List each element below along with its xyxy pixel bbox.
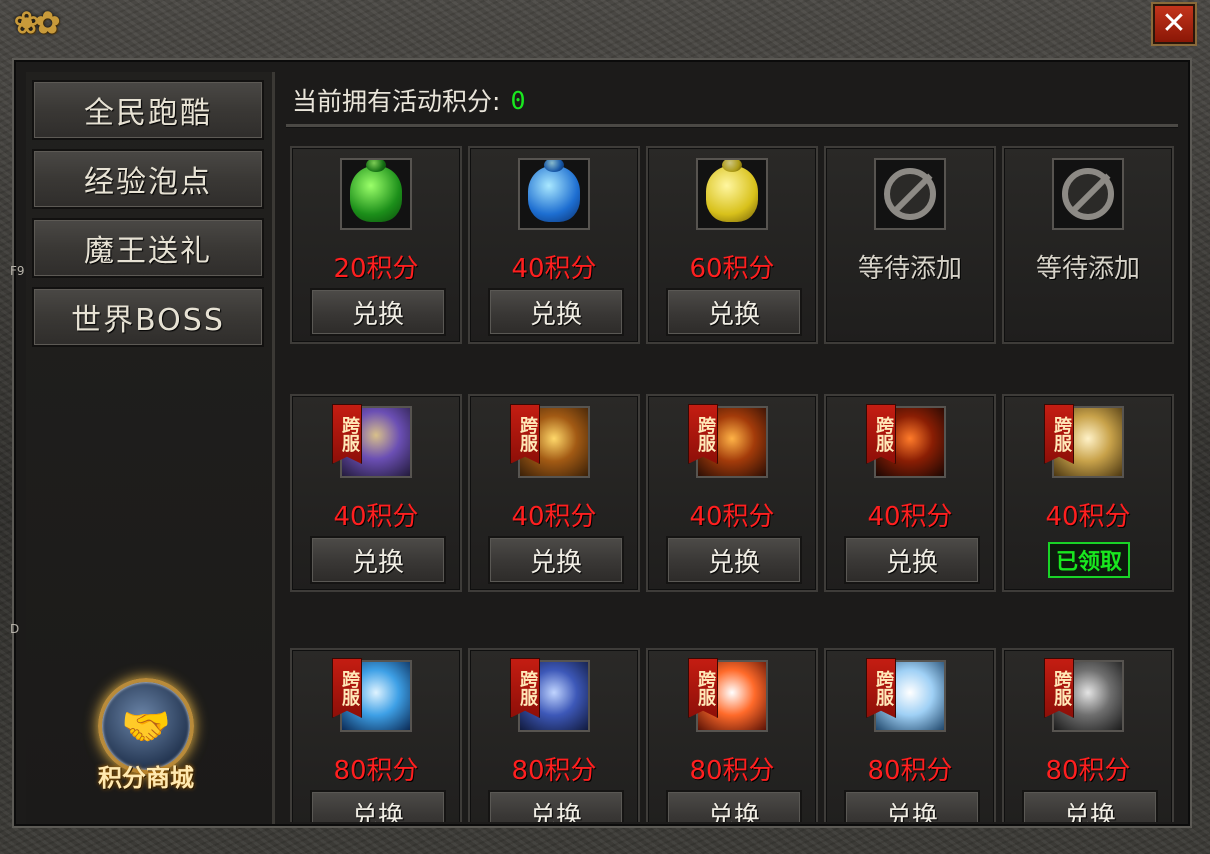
shop-row: 跨服 80积分 兑换 跨服 80积分 兑换 跨服 80积分 兑换 跨服 80积分… <box>290 648 1176 822</box>
item-slot <box>1052 158 1124 230</box>
item-slot[interactable] <box>340 158 412 230</box>
shop-item: 跨服 80积分 兑换 <box>646 648 818 822</box>
redeem-button[interactable]: 兑换 <box>488 790 624 822</box>
redeem-button[interactable]: 兑换 <box>488 288 624 336</box>
item-slot[interactable] <box>696 158 768 230</box>
shop-item: 跨服 80积分 兑换 <box>468 648 640 822</box>
redeem-button[interactable]: 兑换 <box>488 536 624 584</box>
dragon-ornament-icon: ❀✿ <box>14 6 60 41</box>
cross-server-badge: 跨服 <box>332 658 362 718</box>
item-cost: 80积分 <box>333 756 419 786</box>
item-cost: 60积分 <box>689 254 775 284</box>
sidebar-item-demon-gift[interactable]: 魔王送礼 <box>32 218 264 278</box>
shop-item: 40积分 兑换 <box>468 146 640 344</box>
sidebar-item-label: 经验泡点 <box>84 165 212 200</box>
cross-server-badge: 跨服 <box>510 658 540 718</box>
cross-server-badge: 跨服 <box>688 658 718 718</box>
redeem-button[interactable]: 兑换 <box>844 790 980 822</box>
gold-bag-icon <box>706 166 758 222</box>
blue-bag-icon <box>528 166 580 222</box>
shop-item: 跨服 80积分 兑换 <box>824 648 996 822</box>
shop-item-empty: 等待添加 <box>1002 146 1174 344</box>
claimed-badge: 已领取 <box>1048 542 1130 578</box>
redeem-button[interactable]: 兑换 <box>1022 790 1158 822</box>
item-cost: 80积分 <box>867 756 953 786</box>
points-mall-label: 积分商城 <box>98 763 194 792</box>
redeem-button[interactable]: 兑换 <box>310 536 446 584</box>
redeem-button[interactable]: 兑换 <box>666 288 802 336</box>
item-cost: 等待添加 <box>1035 254 1140 284</box>
empty-slot-icon <box>1062 168 1114 220</box>
cross-server-badge: 跨服 <box>1044 658 1074 718</box>
close-button[interactable]: ✕ <box>1151 2 1197 46</box>
item-cost: 20积分 <box>333 254 419 284</box>
item-cost: 40积分 <box>333 502 419 532</box>
shop-item: 20积分 兑换 <box>290 146 462 344</box>
item-cost: 80积分 <box>689 756 775 786</box>
points-mall-button[interactable]: 🤝 积分商城 <box>78 658 214 798</box>
sidebar-item-label: 世界BOSS <box>71 303 225 338</box>
item-slot[interactable] <box>518 158 590 230</box>
item-cost: 40积分 <box>867 502 953 532</box>
shop-item: 跨服 40积分 兑换 <box>646 394 818 592</box>
shop-grid: 20积分 兑换 40积分 兑换 60积分 兑换 等待添加 等待添加 跨服 40积… <box>290 146 1176 822</box>
shop-item: 跨服 80积分 兑换 <box>290 648 462 822</box>
shop-item-empty: 等待添加 <box>824 146 996 344</box>
cross-server-badge: 跨服 <box>688 404 718 464</box>
points-label: 当前拥有活动积分: <box>292 87 501 116</box>
redeem-button[interactable]: 兑换 <box>310 790 446 822</box>
redeem-button[interactable]: 兑换 <box>666 790 802 822</box>
item-cost: 80积分 <box>511 756 597 786</box>
item-cost: 80积分 <box>1045 756 1131 786</box>
empty-slot-icon <box>884 168 936 220</box>
hotkey-label-f9: F9 <box>10 264 25 278</box>
item-slot <box>874 158 946 230</box>
shop-item: 跨服 80积分 兑换 <box>1002 648 1174 822</box>
cross-server-badge: 跨服 <box>510 404 540 464</box>
redeem-button[interactable]: 兑换 <box>666 536 802 584</box>
shop-item: 跨服 40积分 兑换 <box>290 394 462 592</box>
cross-server-badge: 跨服 <box>332 404 362 464</box>
shop-row: 20积分 兑换 40积分 兑换 60积分 兑换 等待添加 等待添加 <box>290 146 1176 346</box>
cross-server-badge: 跨服 <box>1044 404 1074 464</box>
hotkey-label-d: D <box>10 622 20 636</box>
item-cost: 40积分 <box>511 502 597 532</box>
close-icon: ✕ <box>1161 6 1187 41</box>
item-cost: 等待添加 <box>857 254 962 284</box>
points-value: 0 <box>510 85 526 115</box>
redeem-button[interactable]: 兑换 <box>310 288 446 336</box>
cross-server-badge: 跨服 <box>866 404 896 464</box>
item-cost: 40积分 <box>1045 502 1131 532</box>
item-cost: 40积分 <box>511 254 597 284</box>
shop-row: 跨服 40积分 兑换 跨服 40积分 兑换 跨服 40积分 兑换 跨服 40积分… <box>290 394 1176 594</box>
cross-server-badge: 跨服 <box>866 658 896 718</box>
sidebar-item-parkour[interactable]: 全民跑酷 <box>32 80 264 140</box>
item-cost: 40积分 <box>689 502 775 532</box>
sidebar-item-world-boss[interactable]: 世界BOSS <box>32 287 264 347</box>
shop-item: 60积分 兑换 <box>646 146 818 344</box>
redeem-button[interactable]: 兑换 <box>844 536 980 584</box>
sidebar-item-label: 魔王送礼 <box>84 234 212 269</box>
divider <box>286 124 1178 128</box>
points-summary: 当前拥有活动积分: 0 <box>292 80 526 120</box>
sidebar-item-label: 全民跑酷 <box>84 96 212 131</box>
shop-item: 跨服 40积分 兑换 <box>824 394 996 592</box>
shop-item: 跨服 40积分 兑换 <box>468 394 640 592</box>
sidebar-item-exp-afk[interactable]: 经验泡点 <box>32 149 264 209</box>
green-bag-icon <box>350 166 402 222</box>
shop-item: 跨服 40积分 已领取 <box>1002 394 1174 592</box>
